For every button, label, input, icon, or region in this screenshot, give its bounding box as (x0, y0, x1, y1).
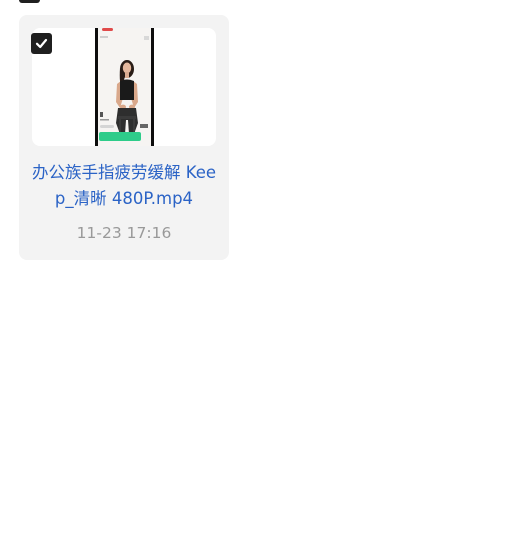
video-thumbnail (32, 28, 216, 146)
check-icon (35, 38, 48, 49)
phone-frame (95, 28, 154, 146)
file-name[interactable]: 办公族手指疲劳缓解 Keep_清晰 480P.mp4 (29, 160, 219, 212)
file-grid: 办公族手指疲劳缓解 Keep_清晰 480P.mp4 11-23 17:16 (0, 0, 511, 535)
file-selected-checkbox[interactable] (31, 33, 52, 54)
video-frame-illustration (99, 28, 149, 141)
file-modified-date: 11-23 17:16 (76, 224, 172, 242)
select-all-checkbox[interactable] (19, 0, 40, 3)
file-card[interactable]: 办公族手指疲劳缓解 Keep_清晰 480P.mp4 11-23 17:16 (19, 15, 229, 260)
phone-screen (98, 28, 151, 146)
